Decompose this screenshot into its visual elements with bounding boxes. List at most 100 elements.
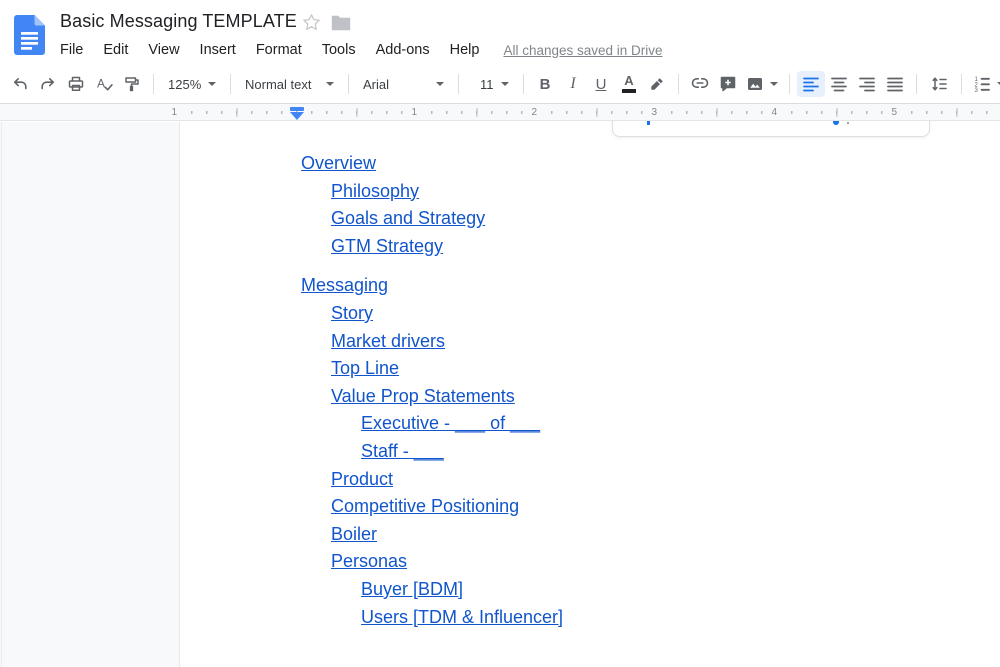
link-icon <box>691 75 709 93</box>
doc-link-overview[interactable]: Overview <box>301 150 376 178</box>
doc-link-philosophy[interactable]: Philosophy <box>331 178 419 206</box>
chevron-down-icon <box>326 82 334 86</box>
insert-image-button[interactable] <box>742 71 782 97</box>
doc-link-product[interactable]: Product <box>331 466 393 494</box>
google-docs-icon[interactable] <box>14 15 45 55</box>
align-center-icon <box>830 75 848 93</box>
paint-roller-icon <box>123 75 141 93</box>
toolbar-divider <box>789 74 790 94</box>
chevron-down-icon <box>436 82 444 86</box>
print-icon <box>67 75 85 93</box>
bold-button[interactable]: B <box>531 71 559 97</box>
align-right-button[interactable] <box>853 71 881 97</box>
doc-link-executive[interactable]: Executive - ___ of ___ <box>361 410 540 438</box>
menu-insert[interactable]: Insert <box>190 42 246 58</box>
toolbar-divider <box>348 74 349 94</box>
highlight-color-button[interactable] <box>643 71 671 97</box>
first-line-indent-handle[interactable] <box>290 107 304 111</box>
svg-text:A: A <box>97 77 105 91</box>
doc-link-gtm-strategy[interactable]: GTM Strategy <box>331 233 443 261</box>
toolbar-divider <box>458 74 459 94</box>
document-body: Overview Philosophy Goals and Strategy G… <box>180 150 1000 631</box>
font-size-select[interactable]: 11 <box>466 71 516 97</box>
undo-icon <box>11 75 29 93</box>
save-status[interactable]: All changes saved in Drive <box>503 43 662 58</box>
toolbar-divider <box>961 74 962 94</box>
ruler-number: 2 <box>529 106 540 119</box>
menu-edit[interactable]: Edit <box>93 42 138 58</box>
doc-link-boiler[interactable]: Boiler <box>331 521 377 549</box>
move-folder-icon[interactable] <box>331 15 351 31</box>
add-comment-button[interactable] <box>714 71 742 97</box>
menu-help[interactable]: Help <box>440 42 490 58</box>
app-header: Basic Messaging TEMPLATE File Edit View … <box>0 0 1000 65</box>
menu-tools[interactable]: Tools <box>312 42 366 58</box>
print-button[interactable] <box>62 71 90 97</box>
chevron-down-icon <box>501 82 509 86</box>
underline-icon: U <box>596 76 607 93</box>
indent-marker[interactable] <box>290 107 304 120</box>
doc-link-market-drivers[interactable]: Market drivers <box>331 328 445 356</box>
ruler-number: 1 <box>169 106 180 119</box>
insert-link-button[interactable] <box>686 71 714 97</box>
line-spacing-button[interactable] <box>924 71 954 97</box>
redo-button[interactable] <box>34 71 62 97</box>
document-page[interactable]: Overview Philosophy Goals and Strategy G… <box>179 122 1000 667</box>
paragraph-style-select[interactable]: Normal text <box>238 71 341 97</box>
menu-addons[interactable]: Add-ons <box>366 42 440 58</box>
menu-file[interactable]: File <box>50 42 93 58</box>
comment-plus-icon <box>719 75 737 93</box>
toolbar-divider <box>153 74 154 94</box>
menu-format[interactable]: Format <box>246 42 312 58</box>
text-color-button[interactable]: A <box>615 71 643 97</box>
redo-icon <box>39 75 57 93</box>
align-center-button[interactable] <box>825 71 853 97</box>
doc-link-messaging[interactable]: Messaging <box>301 272 388 300</box>
ruler-number: 1 <box>409 106 420 119</box>
panel-edge-line <box>1 122 2 667</box>
highlighter-icon <box>648 75 666 93</box>
zoom-select[interactable]: 125% <box>161 71 223 97</box>
clipped-text-fragment <box>647 121 650 125</box>
editor-canvas: Overview Philosophy Goals and Strategy G… <box>0 122 1000 667</box>
line-spacing-icon <box>930 75 948 93</box>
doc-link-story[interactable]: Story <box>331 300 373 328</box>
doc-link-staff[interactable]: Staff - ___ <box>361 438 444 466</box>
menu-view[interactable]: View <box>138 42 189 58</box>
toolbar-divider <box>523 74 524 94</box>
font-size-value: 11 <box>480 77 494 92</box>
bold-icon: B <box>540 76 551 93</box>
justify-button[interactable] <box>881 71 909 97</box>
align-right-icon <box>858 75 876 93</box>
star-icon[interactable] <box>302 13 321 32</box>
document-title[interactable]: Basic Messaging TEMPLATE <box>60 11 297 32</box>
toolbar-divider <box>230 74 231 94</box>
text-color-icon: A <box>622 75 636 93</box>
font-family-select[interactable]: Arial <box>356 71 451 97</box>
doc-link-value-prop-statements[interactable]: Value Prop Statements <box>331 383 515 411</box>
spellcheck-icon: A <box>95 75 113 93</box>
clipped-text-fragment <box>847 122 849 124</box>
paragraph-style-value: Normal text <box>245 77 311 92</box>
doc-link-goals-and-strategy[interactable]: Goals and Strategy <box>331 205 485 233</box>
svg-text:3: 3 <box>975 88 979 93</box>
doc-link-top-line[interactable]: Top Line <box>331 355 399 383</box>
undo-button[interactable] <box>6 71 34 97</box>
left-indent-handle[interactable] <box>290 112 304 120</box>
spellcheck-button[interactable]: A <box>90 71 118 97</box>
align-left-icon <box>802 75 820 93</box>
paint-format-button[interactable] <box>118 71 146 97</box>
doc-link-users-tdm-influencer[interactable]: Users [TDM & Influencer] <box>361 604 563 632</box>
toolbar: A 125% Normal text Arial 11 B I U A <box>0 65 1000 104</box>
chevron-down-icon <box>770 82 778 86</box>
numbered-list-button[interactable]: 1 2 3 <box>969 71 1000 97</box>
doc-link-buyer-bdm[interactable]: Buyer [BDM] <box>361 576 463 604</box>
zoom-value: 125% <box>168 77 201 92</box>
doc-link-competitive-positioning[interactable]: Competitive Positioning <box>331 493 519 521</box>
align-left-button[interactable] <box>797 71 825 97</box>
horizontal-ruler: 1 1 2 3 4 5 <box>0 104 1000 121</box>
underline-button[interactable]: U <box>587 71 615 97</box>
italic-button[interactable]: I <box>559 71 587 97</box>
doc-link-personas[interactable]: Personas <box>331 548 407 576</box>
ruler-number: 3 <box>649 106 660 119</box>
